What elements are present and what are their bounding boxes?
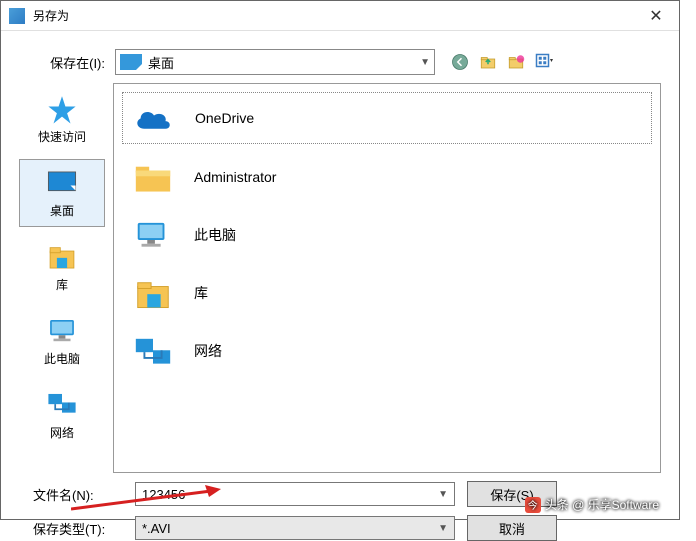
close-button[interactable]: ✕ [633, 1, 679, 31]
cancel-button[interactable]: 取消 [467, 515, 557, 541]
chevron-down-icon: ▼ [438, 489, 448, 500]
network-icon [132, 334, 174, 368]
filename-input[interactable]: 123456 ▼ [135, 482, 455, 506]
watermark: 今 头条 @ 乐享Software [525, 496, 659, 513]
list-item[interactable]: OneDrive [122, 92, 652, 144]
chevron-down-icon: ▼ [438, 523, 448, 534]
sidebar-item-network[interactable]: 网络 [19, 381, 105, 449]
filename-value: 123456 [142, 487, 185, 502]
sidebar-item-label: 快速访问 [38, 128, 86, 145]
onedrive-icon [133, 101, 175, 135]
sidebar-item-label: 网络 [50, 424, 74, 441]
savein-row: 保存在(I): 桌面 ▼ [15, 49, 665, 75]
watermark-text: 头条 @ 乐享Software [545, 496, 659, 513]
save-as-dialog: 另存为 ✕ 保存在(I): 桌面 ▼ [0, 0, 680, 520]
location-text: 桌面 [148, 53, 420, 72]
sidebar-item-label: 桌面 [50, 202, 74, 219]
back-icon[interactable] [449, 51, 471, 73]
new-folder-icon[interactable] [505, 51, 527, 73]
location-dropdown[interactable]: 桌面 ▼ [115, 49, 435, 75]
sidebar-item-desktop[interactable]: 桌面 [19, 159, 105, 227]
libraries-icon [45, 242, 79, 272]
sidebar-item-thispc[interactable]: 此电脑 [19, 307, 105, 375]
chevron-down-icon: ▼ [420, 57, 430, 68]
list-item-label: 库 [194, 283, 208, 303]
view-menu-icon[interactable] [533, 51, 555, 73]
sidebar-item-label: 库 [56, 276, 68, 293]
sidebar-item-quickaccess[interactable]: 快速访问 [19, 85, 105, 153]
filetype-value: *.AVI [142, 521, 171, 536]
folder-user-icon [132, 160, 174, 194]
libraries-icon [132, 276, 174, 310]
watermark-icon: 今 [525, 497, 541, 513]
list-item[interactable]: 此电脑 [122, 210, 652, 260]
list-item-label: Administrator [194, 169, 276, 185]
sidebar-item-label: 此电脑 [44, 350, 80, 367]
desktop-icon [120, 54, 142, 70]
filetype-dropdown[interactable]: *.AVI ▼ [135, 516, 455, 540]
titlebar: 另存为 ✕ [1, 1, 679, 31]
list-item[interactable]: Administrator [122, 152, 652, 202]
places-sidebar: 快速访问 桌面 库 此电脑 网络 [15, 83, 109, 473]
filename-label: 文件名(N): [15, 485, 135, 504]
pc-icon [132, 218, 174, 252]
content: 保存在(I): 桌面 ▼ [1, 31, 679, 541]
list-item-label: 网络 [194, 341, 222, 361]
toolbar-icons [449, 51, 555, 73]
list-item-label: 此电脑 [194, 225, 236, 245]
savein-label: 保存在(I): [15, 53, 115, 72]
sidebar-item-libraries[interactable]: 库 [19, 233, 105, 301]
quickaccess-icon [45, 94, 79, 124]
pc-icon [45, 316, 79, 346]
network-icon [45, 390, 79, 420]
app-icon [9, 8, 25, 24]
filetype-label: 保存类型(T): [15, 519, 135, 538]
main-area: 快速访问 桌面 库 此电脑 网络 [15, 83, 665, 473]
filetype-row: 保存类型(T): *.AVI ▼ 取消 [15, 515, 665, 541]
up-level-icon[interactable] [477, 51, 499, 73]
window-title: 另存为 [33, 7, 633, 24]
list-item[interactable]: 网络 [122, 326, 652, 376]
list-item-label: OneDrive [195, 110, 254, 126]
file-list[interactable]: OneDrive Administrator 此电脑 [113, 83, 661, 473]
desktop-icon [45, 168, 79, 198]
list-item[interactable]: 库 [122, 268, 652, 318]
